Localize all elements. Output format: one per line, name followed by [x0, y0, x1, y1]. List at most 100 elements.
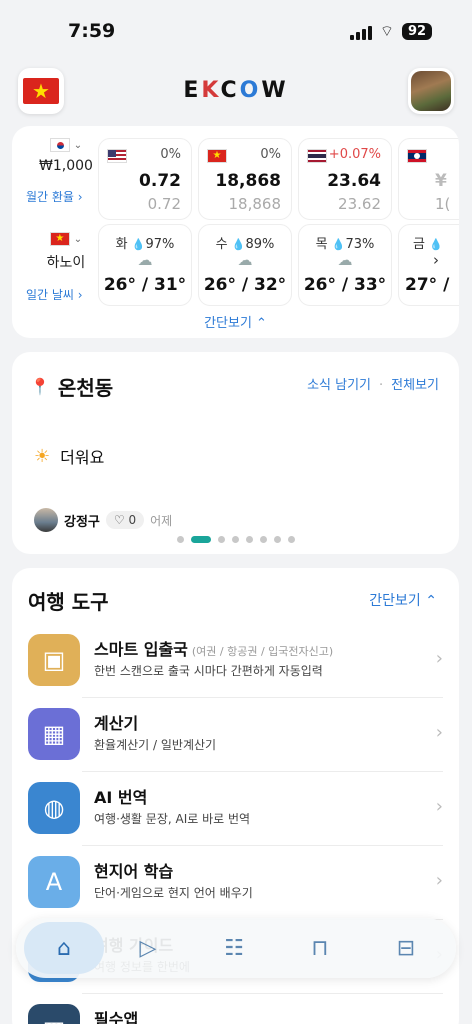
rate-change: 0% [160, 147, 181, 162]
sun-icon: ☀ [34, 445, 51, 467]
wifi-icon: ⌔ [379, 22, 394, 40]
weather-tile[interactable]: 화 💧97% ☁ 26° / 31° [98, 224, 192, 306]
section-title: 여행 도구 [28, 590, 109, 614]
tool-name: 스마트 입출국 [94, 640, 188, 659]
tool-name: 필수앱 [94, 1010, 139, 1024]
status-bar: 7:59 ⌔ 92 [0, 0, 472, 62]
rate-tile-usd[interactable]: 0% 0.72 0.72 [98, 138, 192, 220]
korea-flag-icon [49, 138, 70, 152]
post-text: 더워요 [60, 448, 105, 467]
tool-item[interactable]: ▣ 스마트 입출국 (여권 / 항공권 / 입국전자신고) 한번 스캔으로 출국 시마… [12, 624, 459, 698]
weather-tile[interactable]: 수 💧89% ☁ 26° / 32° [198, 224, 292, 306]
tool-name: 현지어 학습 [94, 862, 174, 881]
laos-flag-icon [407, 149, 427, 163]
monthly-exchange-link[interactable]: 월간 환율 › [26, 188, 106, 205]
thailand-flag-icon [307, 149, 327, 163]
rate-prev: 0.72 [147, 195, 181, 213]
chevron-right-icon: › [435, 722, 443, 743]
weather-tile[interactable]: 금 💧 › 27° / [398, 224, 459, 306]
like-button[interactable]: ♡ 0 [105, 511, 145, 529]
app-logo: EKCOW [183, 78, 289, 103]
chevron-right-icon: › [435, 648, 443, 669]
like-count: 0 [128, 513, 137, 527]
chat-icon: ☷ [224, 935, 244, 961]
community-post[interactable]: ☀ 더워요 [34, 444, 104, 468]
carousel-dot[interactable] [259, 536, 267, 543]
nav-store-button[interactable]: ⊟ [388, 930, 424, 966]
carousel-dot[interactable] [231, 536, 239, 543]
rain-chance: 73% [345, 237, 375, 252]
tool-description: 한번 스캔으로 출국 시마다 간편하게 자동입력 [94, 664, 323, 678]
tool-description: 환율계산기 / 일반계산기 [94, 738, 217, 752]
location-pin-icon: 📍 [30, 377, 50, 396]
nav-chat-button[interactable]: ☷ [216, 930, 252, 966]
rate-value: ¥ [435, 171, 447, 191]
rate-value: 23.64 [327, 171, 381, 191]
globe-icon: ◍ [28, 782, 80, 834]
shopping-bag-icon: ⊓ [311, 935, 329, 961]
tool-description: 단어·게임으로 현지 언어 배우기 [94, 886, 253, 900]
chevron-right-icon: › [435, 870, 443, 891]
collapse-toggle[interactable]: 간단보기 ⌃ [12, 312, 459, 331]
weather-tile[interactable]: 목 💧73% ☁ 26° / 33° [298, 224, 392, 306]
rain-cloud-icon: ☁ [237, 251, 253, 269]
rate-change: 0% [260, 147, 281, 162]
vietnam-flag-icon [207, 149, 227, 163]
carousel-dot[interactable] [273, 536, 281, 543]
tool-item[interactable]: ▦ 계산기 환율계산기 / 일반계산기 › [12, 698, 459, 772]
rate-prev: 23.62 [338, 195, 381, 213]
nav-shop-button[interactable]: ⊓ [302, 930, 338, 966]
chevron-down-icon: ⌄ [73, 139, 83, 151]
home-icon: ⌂ [57, 935, 71, 961]
app-header: EKCOW [0, 66, 472, 116]
carousel-dot[interactable] [287, 536, 295, 543]
exchange-weather-card: ⌄ ₩1,000 월간 환율 › ⌄ 하노이 일간 날씨 › 0% 0.72 0… [12, 126, 459, 338]
tool-description: 여행·생활 문장, AI로 바로 번역 [94, 812, 251, 826]
location-title: 온천동 [57, 376, 114, 400]
city-name: 하노이 [46, 255, 86, 271]
currency-selector[interactable]: ⌄ [26, 138, 106, 152]
chevron-right-icon[interactable]: › [399, 251, 459, 269]
base-amount: ₩1,000 [39, 158, 93, 174]
leave-news-link[interactable]: 소식 남기기 [307, 378, 371, 393]
city-selector[interactable]: ⌄ [26, 232, 106, 246]
weather-day: 목 [315, 237, 328, 252]
tool-item[interactable]: A 현지어 학습단어·게임으로 현지 언어 배우기 › [12, 846, 459, 920]
collapse-toggle[interactable]: 간단보기 ⌃ [369, 590, 437, 610]
rate-tile-lak[interactable]: ¥ 1( [398, 138, 459, 220]
carousel-dot[interactable] [190, 536, 211, 543]
store-icon: ⊟ [396, 935, 416, 961]
rate-prev: 1( [435, 195, 451, 213]
carousel-indicator [12, 536, 459, 543]
raindrop-icon: 💧 [429, 238, 443, 251]
rain-chance: 89% [245, 237, 275, 252]
chevron-right-icon: › [436, 1018, 443, 1024]
carousel-dot[interactable] [176, 536, 184, 543]
carousel-dot[interactable] [245, 536, 253, 543]
rate-change: +0.07% [328, 147, 381, 162]
tool-item[interactable]: ◍ AI 번역여행·생활 문장, AI로 바로 번역 › [12, 772, 459, 846]
rate-tile-thb[interactable]: +0.07% 23.64 23.62 [298, 138, 392, 220]
play-icon: ▷ [139, 935, 157, 961]
author-name: 강정구 [64, 514, 100, 530]
tool-name: AI 번역 [94, 788, 148, 807]
carousel-dot[interactable] [217, 536, 225, 543]
weather-temp: 26° / 31° [103, 275, 187, 295]
author-avatar [34, 508, 58, 532]
weather-day: 화 [115, 237, 128, 252]
view-all-link[interactable]: 전체보기 [391, 378, 439, 393]
chevron-right-icon: › [435, 796, 443, 817]
apps-icon: ▩ [28, 1004, 80, 1024]
tool-item[interactable]: ▩ 필수앱 › [12, 994, 459, 1024]
weather-temp: 26° / 33° [303, 275, 387, 295]
us-flag-icon [107, 149, 127, 163]
daily-weather-link[interactable]: 일간 날씨 › [26, 286, 106, 303]
alphabet-icon: A [28, 856, 80, 908]
nav-video-button[interactable]: ▷ [130, 930, 166, 966]
profile-avatar-button[interactable] [408, 68, 454, 114]
weather-day: 수 [215, 237, 228, 252]
rate-tile-vnd[interactable]: 0% 18,868 18,868 [198, 138, 292, 220]
vietnam-flag-icon [49, 232, 70, 246]
nav-home-button[interactable]: ⌂ [24, 922, 104, 974]
rain-chance: 97% [145, 237, 175, 252]
